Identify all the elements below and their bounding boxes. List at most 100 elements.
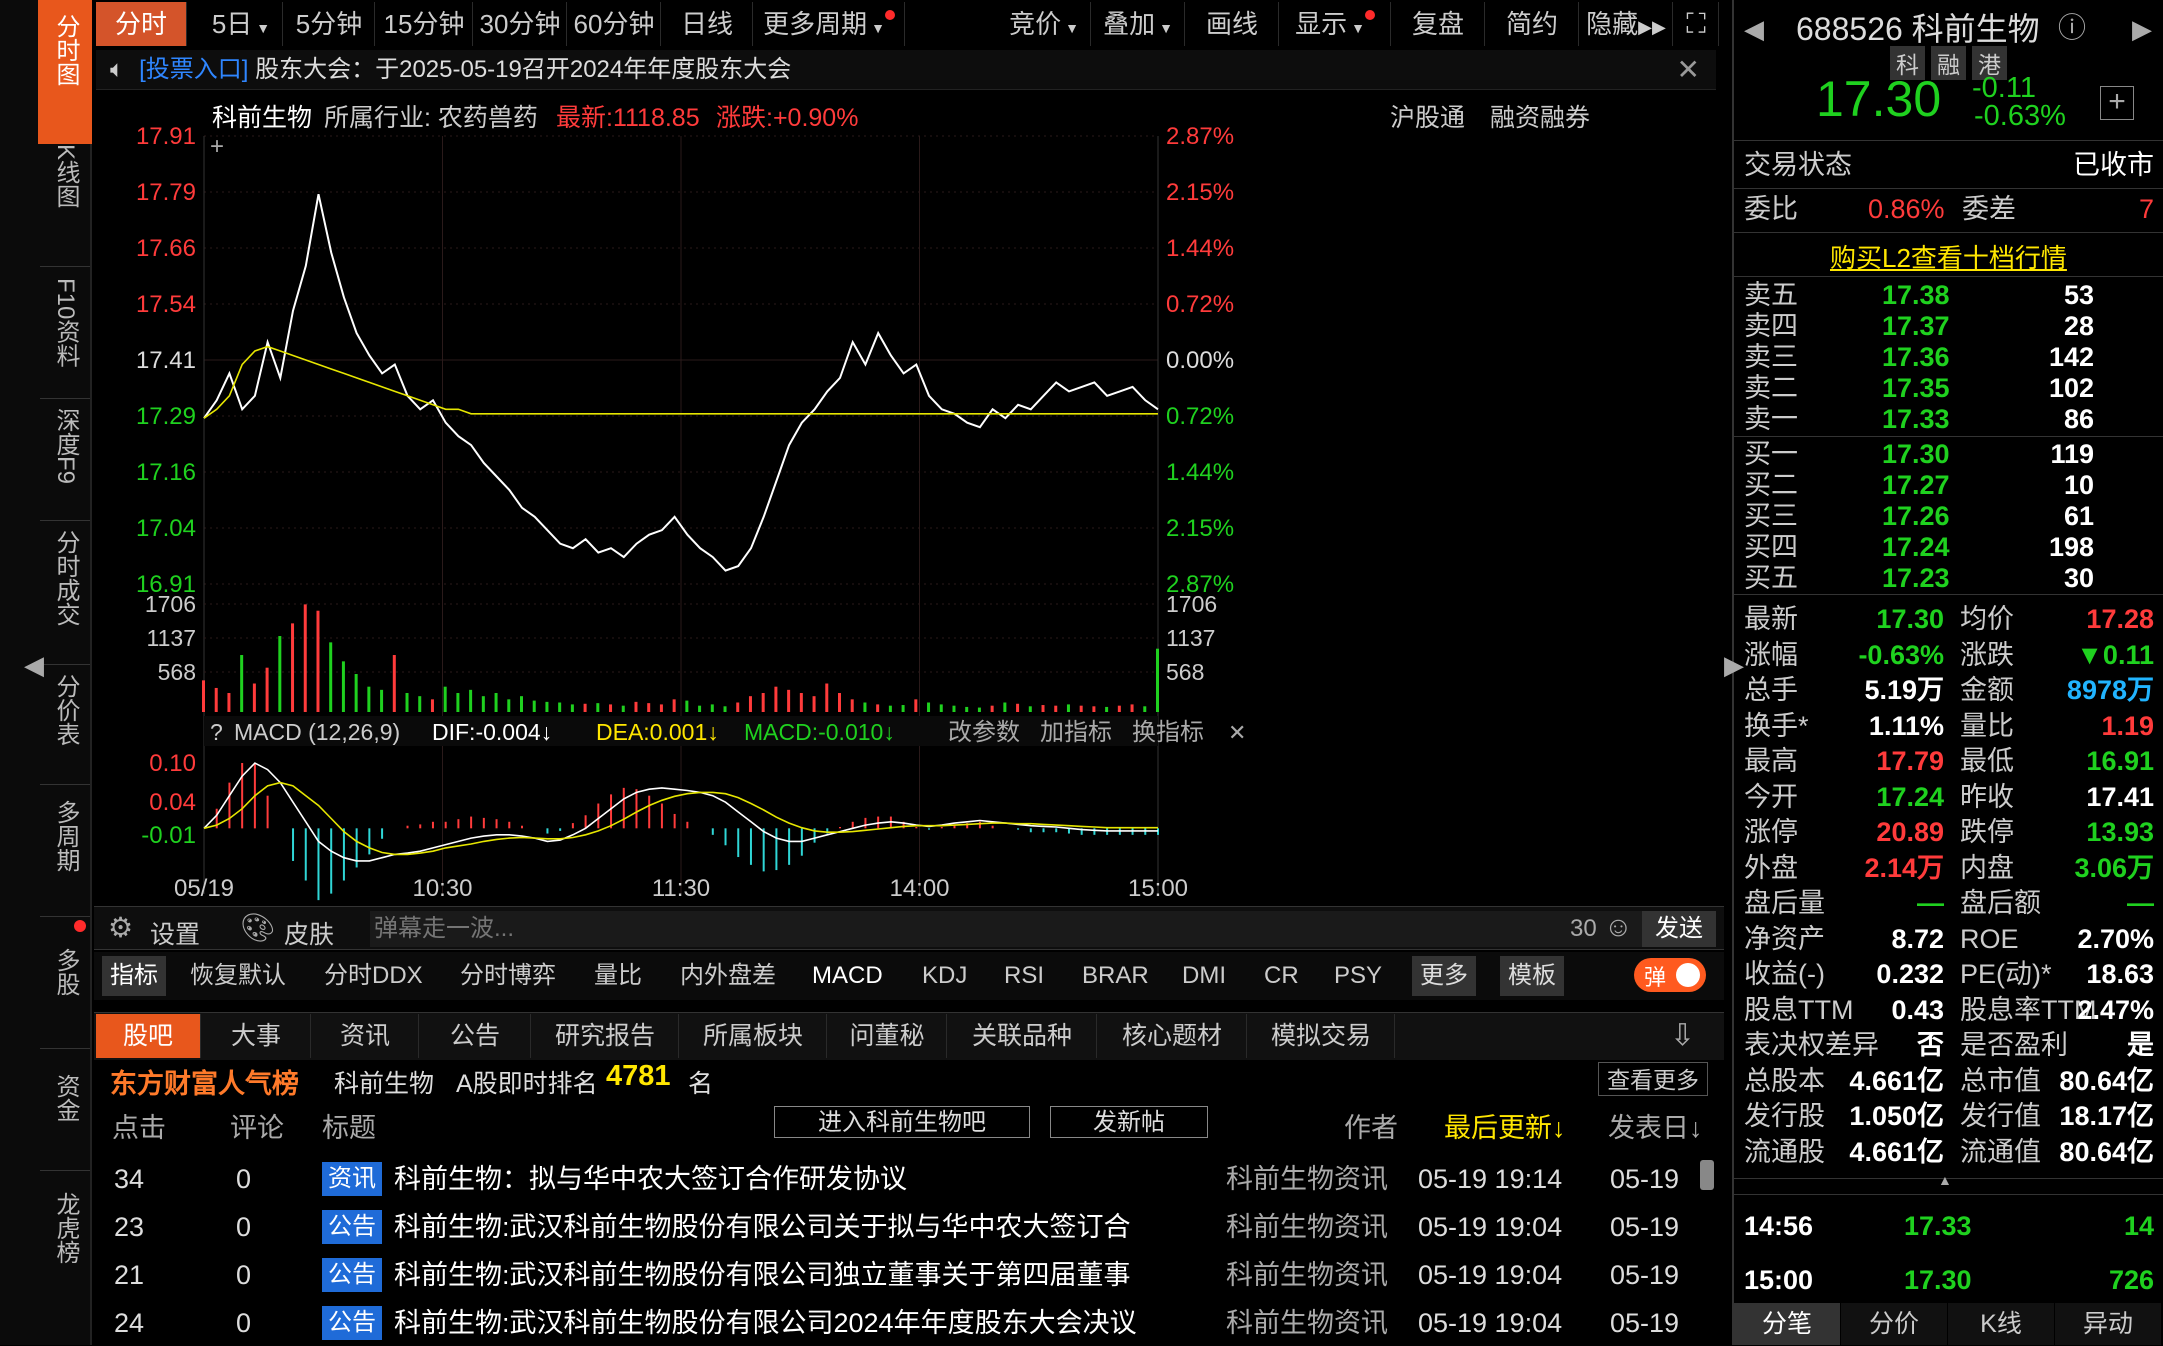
orderbook-row[interactable]: 买五 17.23 30 — [1744, 563, 2154, 594]
news-tab[interactable]: 股吧 — [96, 1014, 201, 1058]
new-post-button[interactable]: 发新帖 — [1050, 1106, 1208, 1138]
news-tab[interactable]: 研究报告 — [532, 1014, 679, 1058]
indicator-tab[interactable]: KDJ — [922, 956, 967, 996]
indicator-tab[interactable]: 更多 — [1412, 956, 1476, 996]
news-tab[interactable]: 问董秘 — [828, 1014, 947, 1058]
help-icon[interactable]: ? — [210, 719, 223, 745]
nav-kline[interactable]: K线图 — [40, 144, 90, 264]
send-button[interactable]: 发送 — [1642, 911, 1716, 947]
orderbook-row[interactable]: 卖一 17.33 86 — [1744, 404, 2154, 435]
news-title[interactable]: 科前生物:武汉科前生物股份有限公司独立董事关于第四届董事 — [394, 1252, 1131, 1298]
indicator-tab[interactable]: RSI — [1004, 956, 1044, 996]
info-icon[interactable]: ⓘ — [2058, 6, 2086, 46]
collapse-right-icon[interactable]: ▶ — [1724, 650, 1744, 681]
indicator-tab[interactable]: 模板 — [1500, 956, 1564, 996]
period-tab-more[interactable]: 更多周期 ▼ — [754, 2, 905, 46]
indicator-tab[interactable]: PSY — [1334, 956, 1382, 996]
tool-auction[interactable]: 竞价 ▼ — [998, 2, 1091, 46]
nav-tick-trades[interactable]: 分时成交 — [40, 530, 90, 660]
prev-stock-icon[interactable]: ◀ — [1744, 14, 1764, 45]
quote-bottom-tab[interactable]: 分价 — [1841, 1303, 1947, 1345]
indicator-tab[interactable]: 分时DDX — [324, 956, 423, 996]
view-more-button[interactable]: 查看更多 — [1598, 1062, 1708, 1096]
indicator-tab[interactable]: 指标 — [102, 956, 166, 996]
skin-label[interactable]: 皮肤 — [284, 915, 334, 951]
nav-depth[interactable]: 深度F9 — [40, 408, 90, 518]
tool-display[interactable]: 显示 ▼ — [1280, 2, 1391, 46]
col-published[interactable]: 发表日↓ — [1608, 1106, 1703, 1145]
danmu-toggle[interactable]: 弹 — [1634, 958, 1706, 992]
orderbook-row[interactable]: 买一 17.30 119 — [1744, 439, 2154, 470]
period-tab-30min[interactable]: 30分钟 — [474, 2, 567, 46]
change-params-button[interactable]: 改参数 — [948, 719, 1020, 746]
nav-multi-stock[interactable]: 多股 — [40, 948, 90, 1018]
settings-label[interactable]: 设置 — [150, 915, 200, 951]
nav-multi-period[interactable]: 多周期 — [40, 800, 90, 910]
indicator-tab[interactable]: 量比 — [594, 956, 642, 996]
quote-bottom-tab[interactable]: 异动 — [2055, 1303, 2161, 1345]
tool-replay[interactable]: 复盘 — [1392, 2, 1485, 46]
enter-forum-button[interactable]: 进入科前生物吧 — [774, 1106, 1030, 1138]
indicator-tab[interactable]: MACD — [812, 956, 883, 996]
orderbook-row[interactable]: 卖二 17.35 102 — [1744, 373, 2154, 404]
indicator-tab[interactable]: CR — [1264, 956, 1299, 996]
period-tab-5min[interactable]: 5分钟 — [284, 2, 375, 46]
orderbook-row[interactable]: 卖五 17.38 53 — [1744, 280, 2154, 311]
danmu-input[interactable] — [370, 911, 1690, 947]
news-title[interactable]: 科前生物：拟与华中农大签订合作研发协议 — [394, 1156, 907, 1202]
orderbook-row[interactable]: 买二 17.27 10 — [1744, 470, 2154, 501]
next-stock-icon[interactable]: ▶ — [2132, 14, 2152, 45]
period-tab-5day[interactable]: 5日 ▼ — [200, 2, 283, 46]
add-watchlist-icon[interactable]: + — [2100, 86, 2134, 120]
intraday-chart[interactable]: 17.91 17.79 17.66 17.54 17.41 17.29 17.16 17.04… — [94, 124, 1724, 904]
skin-icon[interactable]: 🎨︎ — [240, 911, 276, 944]
orderbook-row[interactable]: 卖三 17.36 142 — [1744, 342, 2154, 373]
tool-overlay[interactable]: 叠加 ▼ — [1092, 2, 1185, 46]
period-tab-60min[interactable]: 60分钟 — [568, 2, 661, 46]
nav-price-table[interactable]: 分价表 — [40, 674, 90, 774]
period-tab-15min[interactable]: 15分钟 — [376, 2, 473, 46]
add-indicator-button[interactable]: 加指标 — [1040, 719, 1112, 746]
news-tab[interactable]: 核心题材 — [1098, 1014, 1247, 1058]
news-tab[interactable]: 大事 — [202, 1014, 311, 1058]
news-tab[interactable]: 关联品种 — [948, 1014, 1097, 1058]
gear-icon[interactable]: ⚙ — [108, 911, 133, 944]
indicator-tab[interactable]: BRAR — [1082, 956, 1149, 996]
news-tab[interactable]: 公告 — [420, 1014, 531, 1058]
nav-funds[interactable]: 资金 — [40, 1074, 90, 1144]
news-title[interactable]: 科前生物:武汉科前生物股份有限公司关于拟与华中农大签订合 — [394, 1204, 1131, 1250]
orderbook-row[interactable]: 买三 17.26 61 — [1744, 501, 2154, 532]
quote-bottom-tab[interactable]: 分笔 — [1734, 1303, 1840, 1345]
switch-indicator-button[interactable]: 换指标 — [1132, 719, 1204, 746]
indicator-tab[interactable]: 分时博弈 — [460, 956, 556, 996]
close-icon[interactable]: ✕ — [1228, 720, 1246, 745]
news-tab[interactable]: 所属板块 — [680, 1014, 827, 1058]
fullscreen-icon[interactable]: ⛶ — [1674, 2, 1719, 46]
vote-link[interactable]: [投票入口] — [139, 56, 248, 83]
tool-simple[interactable]: 简约 — [1486, 2, 1579, 46]
collapse-left-icon[interactable]: ◀ — [24, 650, 44, 681]
quote-bottom-tab[interactable]: K线 — [1948, 1303, 2054, 1345]
nav-f10[interactable]: F10资料 — [40, 278, 90, 388]
indicator-tab[interactable]: 恢复默认 — [190, 956, 286, 996]
news-tab[interactable]: 资讯 — [312, 1014, 419, 1058]
news-tab[interactable]: 模拟交易 — [1248, 1014, 1395, 1058]
news-row[interactable]: 34 0 资讯 科前生物：拟与华中农大签订合作研发协议 科前生物资讯 05-19 19:1… — [96, 1156, 1716, 1202]
emoji-icon[interactable]: ☺ — [1604, 911, 1633, 943]
tool-draw[interactable]: 画线 — [1186, 2, 1279, 46]
expand-up-icon[interactable]: ▲ — [1938, 1172, 1952, 1188]
indicator-tab[interactable]: 内外盘差 — [680, 956, 776, 996]
tool-hide[interactable]: 隐藏▶▶ — [1580, 2, 1673, 46]
period-tab-daily[interactable]: 日线 — [662, 2, 753, 46]
news-row[interactable]: 21 0 公告 科前生物:武汉科前生物股份有限公司独立董事关于第四届董事 科前生物资讯 0… — [96, 1252, 1716, 1298]
download-icon[interactable]: ⇩ — [1670, 1018, 1695, 1053]
col-updated[interactable]: 最后更新↓ — [1444, 1106, 1566, 1145]
nav-fenshi[interactable]: 分时图 — [38, 0, 92, 144]
orderbook-row[interactable]: 卖四 17.37 28 — [1744, 311, 2154, 342]
news-row[interactable]: 24 0 公告 科前生物:武汉科前生物股份有限公司2024年年度股东大会决议 科前生物资… — [96, 1300, 1716, 1346]
orderbook-row[interactable]: 买四 17.24 198 — [1744, 532, 2154, 563]
news-row[interactable]: 23 0 公告 科前生物:武汉科前生物股份有限公司关于拟与华中农大签订合 科前生物资讯 0… — [96, 1204, 1716, 1250]
news-title[interactable]: 科前生物:武汉科前生物股份有限公司2024年年度股东大会决议 — [394, 1300, 1137, 1346]
nav-dragon-tiger[interactable]: 龙虎榜 — [40, 1192, 90, 1302]
indicator-tab[interactable]: DMI — [1182, 956, 1226, 996]
